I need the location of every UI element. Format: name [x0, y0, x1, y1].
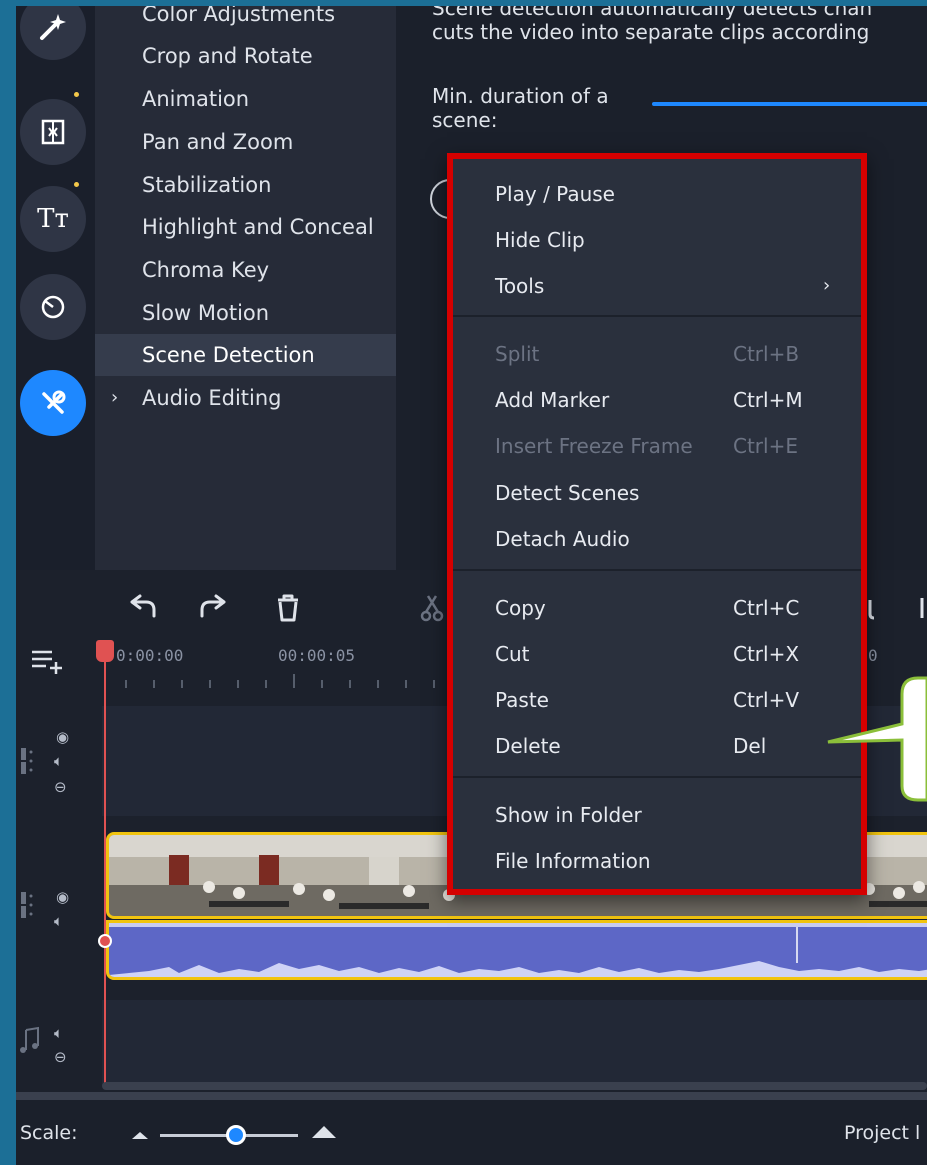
link-icon[interactable]: ⊖	[54, 778, 67, 796]
project-length-label: Project l	[844, 1122, 921, 1144]
menu-separator	[453, 315, 861, 317]
menu-separator	[453, 569, 861, 571]
eye-icon[interactable]: ◉	[56, 888, 69, 906]
track-handle-icon[interactable]	[20, 746, 34, 780]
tool-item-scene-detection[interactable]: Scene Detection	[95, 334, 396, 376]
zoom-out-icon[interactable]	[130, 1126, 150, 1145]
menu-item-hide-clip[interactable]: Hide Clip	[453, 217, 861, 263]
tool-item-color-adjustments[interactable]: Color Adjustments	[95, 6, 396, 35]
eye-icon[interactable]: ◉	[56, 728, 69, 746]
bottom-bar: Scale: Project l	[16, 1092, 927, 1165]
chevron-right-icon: ›	[823, 275, 831, 296]
link-icon[interactable]: ⊖	[54, 1048, 67, 1066]
tool-item-highlight-and-conceal[interactable]: Highlight and Conceal	[95, 206, 396, 248]
stickers-icon[interactable]	[20, 274, 86, 340]
scale-slider-thumb[interactable]	[225, 1125, 246, 1145]
menu-item-detect-scenes[interactable]: Detect Scenes	[453, 470, 861, 516]
ruler-time-label: 0	[868, 646, 878, 665]
menu-item-play-pause[interactable]: Play / Pause	[453, 171, 861, 217]
description-line-1: Scene detection automatically detects ch…	[432, 6, 873, 20]
tool-item-audio-editing[interactable]: › Audio Editing	[95, 377, 396, 419]
audio-track[interactable]	[102, 1000, 927, 1086]
tool-item-slow-motion[interactable]: Slow Motion	[95, 292, 396, 334]
undo-icon[interactable]	[122, 588, 162, 628]
playhead-line[interactable]	[104, 648, 106, 1088]
tool-item-crop-and-rotate[interactable]: Crop and Rotate	[95, 35, 396, 77]
transitions-icon[interactable]	[20, 99, 86, 165]
tool-item-chroma-key[interactable]: Chroma Key	[95, 249, 396, 291]
tool-item-animation[interactable]: Animation	[95, 78, 396, 120]
menu-item-detach-audio[interactable]: Detach Audio	[453, 516, 861, 562]
tools-icon[interactable]	[20, 370, 86, 436]
tool-item-stabilization[interactable]: Stabilization	[95, 164, 396, 206]
menu-separator	[453, 776, 861, 778]
menu-item-show-in-folder[interactable]: Show in Folder	[453, 792, 861, 838]
magic-wand-icon[interactable]	[20, 6, 86, 60]
scissors-icon[interactable]	[412, 588, 452, 628]
timeline-scrollbar[interactable]	[102, 1082, 927, 1090]
min-duration-label-2: scene:	[432, 108, 498, 132]
tool-item-pan-and-zoom[interactable]: Pan and Zoom	[95, 121, 396, 163]
clip-context-menu: Play / Pause Hide Clip Tools › Split Ctrl+…	[447, 153, 867, 895]
menu-item-copy[interactable]: Copy Ctrl+C	[453, 585, 861, 631]
audio-waveform	[109, 923, 927, 977]
menu-item-insert-freeze-frame: Insert Freeze Frame Ctrl+E	[495, 434, 798, 458]
notification-dot	[74, 182, 79, 187]
menu-item-cut[interactable]: Cut Ctrl+X	[453, 631, 861, 677]
speaker-icon[interactable]: 🔈︎	[54, 912, 63, 930]
menu-item-split: Split Ctrl+B	[495, 342, 800, 366]
menu-item-add-marker[interactable]: Add Marker Ctrl+M	[453, 377, 861, 423]
speaker-icon[interactable]: 🔈︎	[54, 752, 63, 770]
chevron-right-icon: ›	[111, 387, 119, 408]
min-duration-label: Min. duration of a	[432, 84, 609, 108]
speaker-icon[interactable]: 🔈︎	[54, 1024, 63, 1042]
notification-dot	[74, 92, 79, 97]
music-note-icon	[18, 1026, 40, 1058]
description-line-2: cuts the video into separate clips accor…	[432, 20, 870, 44]
scale-label: Scale:	[20, 1122, 78, 1144]
menu-item-delete[interactable]: Delete Del	[453, 723, 861, 769]
toolbar-icon-partial-2[interactable]	[912, 588, 927, 628]
zoom-in-icon[interactable]	[310, 1122, 338, 1144]
menu-item-tools[interactable]: Tools ›	[453, 263, 861, 309]
tool-category-rail: Tт	[16, 6, 95, 570]
redo-icon[interactable]	[194, 588, 234, 628]
ruler-time-label: 0:00:00	[116, 646, 184, 665]
playhead-keyframe[interactable]	[98, 934, 112, 948]
track-handle-icon[interactable]	[20, 890, 34, 924]
min-duration-slider[interactable]	[652, 102, 927, 106]
tools-list: Color Adjustments Crop and Rotate Animat…	[95, 6, 396, 570]
menu-item-paste[interactable]: Paste Ctrl+V	[453, 677, 861, 723]
titles-icon[interactable]: Tт	[20, 186, 86, 252]
delete-icon[interactable]	[268, 588, 308, 628]
audio-clip[interactable]	[106, 920, 927, 980]
ruler-time-label: 00:00:05	[278, 646, 356, 665]
menu-item-file-information[interactable]: File Information	[453, 838, 861, 884]
playhead-handle[interactable]	[96, 640, 114, 662]
add-track-icon[interactable]	[30, 646, 66, 680]
